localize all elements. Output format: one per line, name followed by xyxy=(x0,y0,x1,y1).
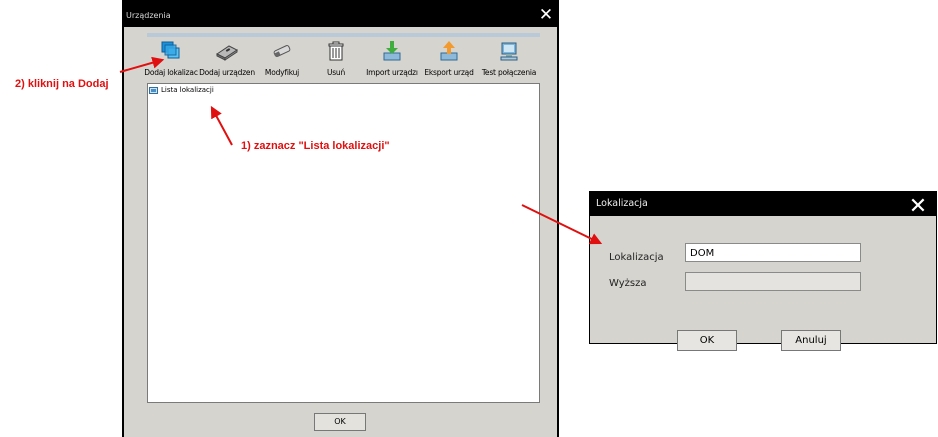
location-tree-panel[interactable]: Lista lokalizacji xyxy=(147,83,540,403)
location-dialog-title: Lokalizacja xyxy=(596,198,648,209)
location-list-label: Lista lokalizacji xyxy=(161,86,214,94)
add-location-label: Dodaj lokalizac xyxy=(144,68,198,77)
add-device-button[interactable]: Dodaj urządzen xyxy=(198,38,256,82)
add-location-button[interactable]: Dodaj lokalizac xyxy=(144,38,198,82)
modify-label: Modyfikuj xyxy=(264,68,300,77)
modify-button[interactable]: Modyfikuj xyxy=(256,38,308,82)
import-devices-label: Import urządzı xyxy=(366,68,418,77)
location-field-label: Lokalizacja xyxy=(609,252,664,263)
import-devices-button[interactable]: Import urządzı xyxy=(364,38,420,82)
location-name-input[interactable]: DOM xyxy=(685,243,861,262)
parent-field-label: Wyższa xyxy=(609,278,647,289)
location-list-icon xyxy=(149,86,158,94)
location-dialog-body: Lokalizacja DOM Wyższa OK Anuluj xyxy=(590,216,936,351)
export-devices-label: Eksport urząd xyxy=(424,68,474,77)
close-icon[interactable]: ✕ xyxy=(538,7,554,24)
dialog-cancel-button[interactable]: Anuluj xyxy=(781,330,841,351)
devices-window-title: Urządzenia xyxy=(126,11,171,20)
location-dialog: Lokalizacja ✕ Lokalizacja DOM Wyższa OK … xyxy=(589,191,937,351)
step1-annotation: 1) zaznacz "Lista lokalizacji" xyxy=(241,140,390,152)
trash-icon xyxy=(328,41,344,61)
location-list-tree-node[interactable]: Lista lokalizacji xyxy=(149,85,214,95)
toolbar: Dodaj lokalizac Dodaj urządzen Modyfikuj xyxy=(144,38,538,82)
modify-icon xyxy=(273,45,291,58)
delete-label: Usuń xyxy=(326,68,346,77)
export-icon xyxy=(440,41,458,61)
toolbar-separator xyxy=(147,33,540,37)
add-device-label: Dodaj urządzen xyxy=(199,68,255,77)
export-devices-button[interactable]: Eksport urząd xyxy=(420,38,478,82)
import-icon xyxy=(383,41,401,61)
dialog-ok-button[interactable]: OK xyxy=(677,330,737,351)
devices-window-body: Dodaj lokalizac Dodaj urządzen Modyfikuj xyxy=(124,27,557,437)
devices-window-titlebar[interactable]: Urządzenia ✕ xyxy=(122,0,559,28)
test-connection-button[interactable]: Test połączenia xyxy=(478,38,540,82)
add-location-icon xyxy=(161,41,180,59)
delete-button[interactable]: Usuń xyxy=(308,38,364,82)
devices-window: Urządzenia ✕ Dodaj lokalizac Dodaj urząd… xyxy=(122,0,559,437)
test-connection-label: Test połączenia xyxy=(481,68,537,77)
add-device-icon xyxy=(216,45,238,61)
connection-test-icon xyxy=(500,42,518,61)
close-icon[interactable]: ✕ xyxy=(907,196,929,218)
step2-annotation: 2) kliknij na Dodaj xyxy=(15,78,109,90)
parent-location-input[interactable] xyxy=(685,272,861,291)
ok-button[interactable]: OK xyxy=(314,413,366,431)
